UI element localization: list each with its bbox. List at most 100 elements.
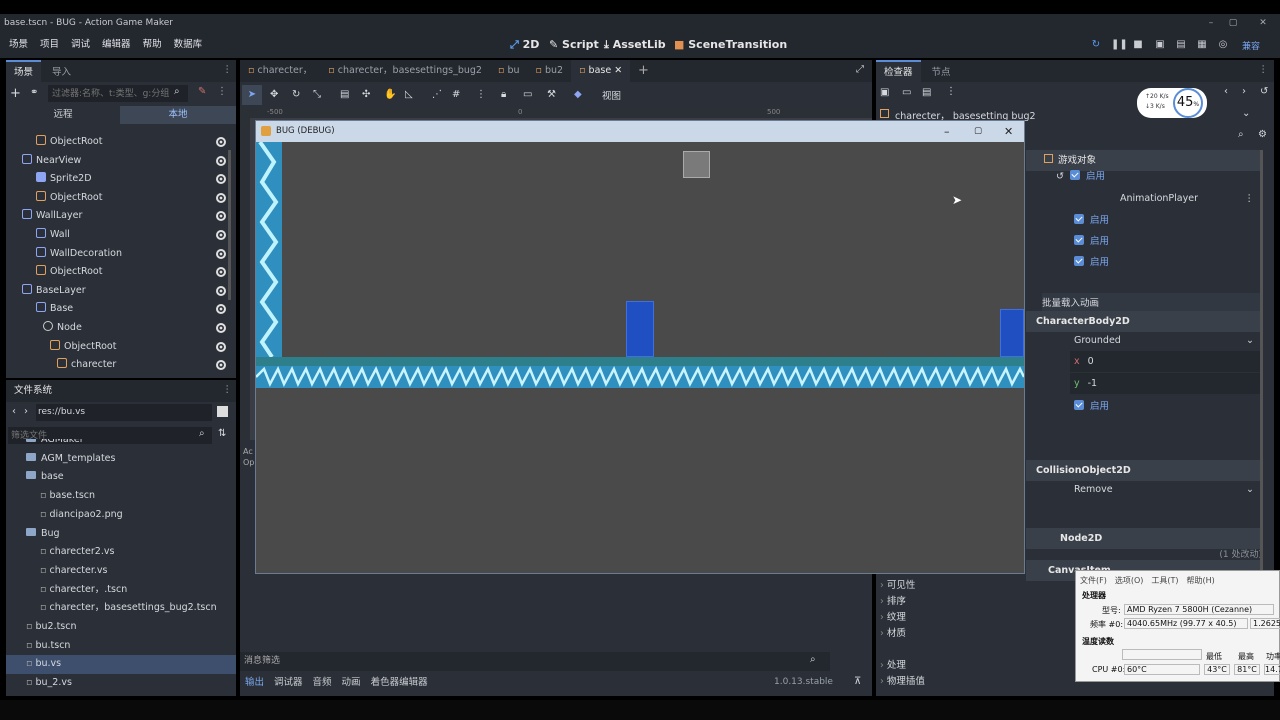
editor-tab[interactable]: ▫ bu bbox=[490, 60, 528, 82]
hw-menu-item[interactable]: 文件(F) bbox=[1080, 576, 1107, 585]
select-tool-icon[interactable]: ➤ bbox=[242, 85, 262, 105]
bottom-tab[interactable]: 输出 bbox=[240, 674, 269, 692]
folder-item[interactable]: AGM_templates bbox=[6, 450, 236, 469]
script-icon[interactable]: ✎ bbox=[198, 86, 206, 97]
mode-scenetransition-button[interactable]: ■ SceneTransition bbox=[674, 32, 787, 58]
scene-node[interactable]: ObjectRoot bbox=[6, 263, 236, 282]
history-forward-icon[interactable]: › bbox=[1242, 86, 1246, 97]
scene-node[interactable]: Wall bbox=[6, 226, 236, 245]
inspector-section[interactable]: › 材质 bbox=[880, 626, 1070, 642]
visibility-icon[interactable] bbox=[216, 285, 226, 296]
mode-script-button[interactable]: ✎ Script bbox=[549, 32, 599, 58]
view-menu[interactable]: 视图 bbox=[602, 88, 621, 102]
path-field[interactable]: res://bu.vs bbox=[36, 404, 212, 421]
inspector-section[interactable]: › 纹理 bbox=[880, 610, 1070, 626]
visibility-icon[interactable] bbox=[216, 248, 226, 259]
file-item[interactable]: ▫ charecter.vs bbox=[6, 562, 236, 581]
visibility-icon[interactable] bbox=[216, 192, 226, 203]
movie-icon[interactable]: ◎ bbox=[1217, 39, 1229, 51]
inspector-section[interactable]: › 处理 bbox=[880, 658, 1070, 674]
bone-icon[interactable]: ⚒ bbox=[547, 89, 556, 100]
maximize-icon[interactable]: ▢ bbox=[974, 121, 982, 142]
renderer-select[interactable]: 兼容 bbox=[1242, 39, 1260, 52]
tab-import[interactable]: 导入 bbox=[44, 62, 79, 84]
inspector-scrollbar[interactable] bbox=[1260, 150, 1263, 570]
motion-mode-select[interactable]: Grounded ⌄ bbox=[1074, 330, 1260, 351]
selectable-icon[interactable]: ▤ bbox=[340, 89, 349, 100]
scene-node[interactable]: WallLayer bbox=[6, 207, 236, 226]
menu-item[interactable]: 帮助 bbox=[137, 32, 168, 58]
play-custom-icon[interactable]: ▦ bbox=[1196, 39, 1208, 51]
forward-icon[interactable]: › bbox=[24, 406, 28, 417]
grid-snap-icon[interactable]: # bbox=[452, 89, 460, 100]
visibility-icon[interactable] bbox=[216, 155, 226, 166]
lock-icon[interactable]: 🔒︎ bbox=[501, 89, 506, 100]
distraction-free-icon[interactable]: ⤢ bbox=[856, 64, 864, 75]
section-character-body[interactable]: CharacterBody2D bbox=[1026, 311, 1262, 332]
editor-tab[interactable]: ▫ charecter，basesettings_bug2 bbox=[320, 60, 490, 82]
mode-assetlib-button[interactable]: ⤓ AssetLib bbox=[604, 32, 666, 58]
file-item[interactable]: ▫ charecter，basesettings_bug2.tscn bbox=[6, 599, 236, 618]
tab-inspector[interactable]: 检查器 bbox=[876, 60, 921, 84]
pan-tool-icon[interactable]: ✋ bbox=[384, 89, 396, 100]
up-direction-y[interactable]: y -1 bbox=[1070, 373, 1262, 394]
remote-debug-icon[interactable]: ▣ bbox=[1154, 39, 1166, 51]
editor-tab[interactable]: ▫ base ✕ bbox=[571, 60, 631, 82]
rotate-tool-icon[interactable]: ↻ bbox=[292, 89, 300, 100]
section-collision-object[interactable]: CollisionObject2D bbox=[1026, 460, 1262, 481]
visibility-icon[interactable] bbox=[216, 211, 226, 222]
scene-node[interactable]: Sprite2D bbox=[6, 170, 236, 189]
split-view-icon[interactable] bbox=[217, 406, 228, 417]
maximize-icon[interactable]: ▢ bbox=[1220, 14, 1246, 32]
scene-node[interactable]: ObjectRoot bbox=[6, 338, 236, 357]
scene-node[interactable]: Base bbox=[6, 300, 236, 319]
file-item[interactable]: ▫ charecter2.vs bbox=[6, 543, 236, 562]
folder-item[interactable]: base bbox=[6, 468, 236, 487]
tab-scene[interactable]: 场景 bbox=[6, 60, 42, 84]
more-icon[interactable]: ⋮ bbox=[946, 86, 956, 97]
reload-icon[interactable]: ↻ bbox=[1090, 39, 1102, 51]
scene-node[interactable]: ObjectRoot bbox=[6, 133, 236, 152]
group-icon[interactable]: ▭ bbox=[523, 89, 532, 100]
bottom-tab[interactable]: 音频 bbox=[308, 674, 337, 692]
file-item[interactable]: ▫ charecter，.tscn bbox=[6, 581, 236, 600]
scene-scrollbar[interactable] bbox=[228, 150, 231, 300]
editor-tab[interactable]: ▫ bu2 bbox=[528, 60, 572, 82]
bottom-tab[interactable]: 调试器 bbox=[269, 674, 308, 692]
hw-menu-item[interactable]: 帮助(H) bbox=[1187, 576, 1215, 585]
enable-row-4[interactable]: 启用 bbox=[1074, 252, 1174, 273]
filesystem-menu-icon[interactable]: ⋮ bbox=[223, 384, 233, 395]
file-item[interactable]: ▫ bu.vs bbox=[6, 655, 236, 675]
pivot-icon[interactable]: ✣ bbox=[362, 89, 370, 100]
visibility-icon[interactable] bbox=[216, 341, 226, 352]
scene-node[interactable]: WallDecoration bbox=[6, 245, 236, 264]
scale-tool-icon[interactable]: ⤡ bbox=[313, 89, 321, 100]
move-tool-icon[interactable]: ✥ bbox=[270, 89, 278, 100]
minimize-icon[interactable]: – bbox=[944, 121, 950, 142]
inspector-section[interactable]: › 可见性 bbox=[880, 578, 1070, 594]
ruler-tool-icon[interactable]: ◺ bbox=[405, 89, 413, 100]
link-icon[interactable]: ⚭ bbox=[30, 87, 38, 98]
inspector-settings-icon[interactable]: ⚙ bbox=[1258, 129, 1267, 140]
inspector-section[interactable]: › 排序 bbox=[880, 594, 1070, 610]
file-item[interactable]: ▫ diancipao2.png bbox=[6, 506, 236, 525]
dock-menu-icon[interactable]: ⋮ bbox=[223, 64, 233, 75]
disable-mode-select[interactable]: Remove ⌄ bbox=[1074, 479, 1260, 500]
scene-menu-icon[interactable]: ⋮ bbox=[217, 86, 227, 97]
chevron-down-icon[interactable]: ⌄ bbox=[1242, 108, 1250, 119]
smart-snap-icon[interactable]: ⋰ bbox=[432, 89, 442, 100]
visibility-icon[interactable] bbox=[216, 137, 226, 147]
scene-node[interactable]: NearView bbox=[6, 152, 236, 171]
visibility-icon[interactable] bbox=[216, 174, 226, 185]
menu-item[interactable]: 场景 bbox=[3, 32, 34, 58]
visibility-icon[interactable] bbox=[216, 360, 226, 371]
visibility-icon[interactable] bbox=[216, 323, 226, 333]
local-button[interactable]: 本地 bbox=[120, 106, 236, 124]
scene-node[interactable]: BaseLayer bbox=[6, 282, 236, 301]
close-icon[interactable]: ✕ bbox=[1004, 121, 1013, 142]
mode-2d-button[interactable]: ⤢ 2D bbox=[510, 32, 539, 58]
bottom-tab[interactable]: 动画 bbox=[337, 674, 366, 692]
remote-button[interactable]: 远程 bbox=[6, 106, 120, 124]
folder-item[interactable]: AGMaker bbox=[6, 439, 236, 450]
close-tab-icon[interactable]: ✕ bbox=[611, 65, 622, 76]
